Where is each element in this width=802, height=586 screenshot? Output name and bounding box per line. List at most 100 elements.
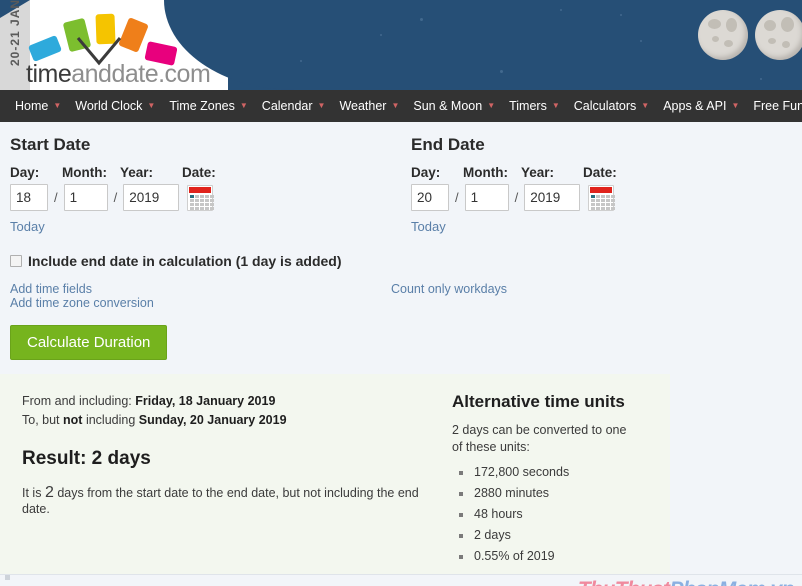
footer-marker bbox=[5, 575, 10, 580]
list-item: 2 days bbox=[452, 525, 670, 546]
logo-word-com: .com bbox=[158, 60, 211, 88]
logo-word-time: time bbox=[26, 60, 72, 88]
end-month-label: Month: bbox=[463, 165, 508, 180]
end-year-label: Year: bbox=[521, 165, 555, 180]
start-day-input[interactable] bbox=[10, 184, 48, 211]
nav-item-home[interactable]: Home ▼ bbox=[8, 90, 68, 122]
chevron-down-icon: ▼ bbox=[147, 101, 156, 110]
list-item: 172,800 seconds bbox=[452, 462, 670, 483]
nav-label-apps-api: Apps & API bbox=[663, 99, 727, 113]
start-year-input[interactable] bbox=[123, 184, 180, 211]
include-end-date-checkbox[interactable] bbox=[10, 255, 22, 267]
option-links-row: Add time fields Add time zone conversion… bbox=[0, 282, 802, 310]
start-month-label: Month: bbox=[62, 165, 107, 180]
alternative-heading: Alternative time units bbox=[452, 392, 625, 411]
list-item: 2880 minutes bbox=[452, 483, 670, 504]
nav-item-timers[interactable]: Timers ▼ bbox=[502, 90, 567, 122]
end-month-input[interactable] bbox=[464, 184, 509, 211]
include-end-date-label: Include end date in calculation (1 day i… bbox=[28, 253, 342, 269]
end-calendar-icon[interactable] bbox=[588, 184, 616, 211]
start-calendar-icon[interactable] bbox=[187, 184, 215, 211]
result-to-line: To, but not including Sunday, 20 January… bbox=[22, 411, 440, 430]
alternative-units-list: 172,800 seconds 2880 minutes 48 hours 2 … bbox=[452, 462, 670, 567]
main-navigation: Home ▼ World Clock ▼ Time Zones ▼ Calend… bbox=[0, 90, 802, 122]
start-today-link[interactable]: Today bbox=[10, 219, 45, 234]
end-day-input[interactable] bbox=[411, 184, 449, 211]
count-only-workdays-link[interactable]: Count only workdays bbox=[391, 282, 507, 296]
moon-icon-right bbox=[755, 10, 802, 60]
end-year-input[interactable] bbox=[524, 184, 581, 211]
end-date-label: Date: bbox=[583, 165, 617, 180]
end-sep-2: / bbox=[514, 190, 519, 205]
footer-divider bbox=[0, 574, 802, 575]
nav-label-home: Home bbox=[15, 99, 49, 113]
chevron-down-icon: ▼ bbox=[391, 101, 400, 110]
watermark-blue: PhanMem.vn bbox=[669, 578, 794, 586]
result-to-prefix: To, but bbox=[22, 413, 60, 427]
end-date-field-labels: Day: Month: Year: Date: bbox=[411, 165, 802, 180]
add-time-zone-conversion-link[interactable]: Add time zone conversion bbox=[10, 296, 391, 310]
nav-label-world-clock: World Clock bbox=[75, 99, 143, 113]
chevron-down-icon: ▼ bbox=[487, 101, 496, 110]
chevron-down-icon: ▼ bbox=[53, 101, 62, 110]
start-date-label: Date: bbox=[182, 165, 216, 180]
nav-item-free-fun[interactable]: Free Fun ▼ bbox=[746, 90, 802, 122]
moon-icon-left bbox=[698, 10, 748, 60]
result-note-pre: It is bbox=[22, 486, 42, 500]
nav-item-world-clock[interactable]: World Clock ▼ bbox=[68, 90, 162, 122]
include-end-date-row[interactable]: Include end date in calculation (1 day i… bbox=[10, 253, 802, 269]
end-date-title: End Date bbox=[411, 135, 485, 154]
alternative-intro: 2 days can be converted to one of these … bbox=[452, 423, 627, 454]
end-date-panel: End Date Day: Month: Year: Date: / / bbox=[401, 132, 802, 236]
footer-actions: ◀ Make adjustment and calculate again St… bbox=[0, 574, 802, 586]
logo-chip-blue bbox=[27, 34, 63, 63]
logo-word-anddate: anddate bbox=[71, 60, 159, 88]
nav-item-apps-api[interactable]: Apps & API ▼ bbox=[656, 90, 746, 122]
add-time-fields-link[interactable]: Add time fields bbox=[10, 282, 391, 296]
option-links-left: Add time fields Add time zone conversion bbox=[0, 282, 391, 310]
result-heading: Result: 2 days bbox=[22, 448, 151, 469]
start-sep-2: / bbox=[113, 190, 118, 205]
nav-item-sun-moon[interactable]: Sun & Moon ▼ bbox=[406, 90, 502, 122]
start-year-label: Year: bbox=[120, 165, 154, 180]
chevron-down-icon: ▼ bbox=[317, 101, 326, 110]
site-logo[interactable]: timeanddate.com bbox=[24, 4, 234, 88]
start-month-input[interactable] bbox=[63, 184, 108, 211]
alternative-units-panel: Alternative time units 2 days can be con… bbox=[440, 374, 670, 574]
watermark-pink: ThuThuat bbox=[578, 578, 670, 586]
result-panel-filler bbox=[670, 374, 802, 574]
end-sep-1: / bbox=[455, 190, 459, 205]
chevron-down-icon: ▼ bbox=[551, 101, 560, 110]
nav-item-calculators[interactable]: Calculators ▼ bbox=[567, 90, 656, 122]
result-to-date: Sunday, 20 January 2019 bbox=[138, 413, 287, 427]
logo-wordmark: timeanddate.com bbox=[26, 60, 211, 89]
start-sep-1: / bbox=[54, 190, 58, 205]
calculate-duration-button[interactable]: Calculate Duration bbox=[10, 325, 168, 360]
result-note: It is 2 days from the start date to the … bbox=[22, 484, 440, 516]
start-date-title: Start Date bbox=[10, 135, 91, 154]
end-today-link[interactable]: Today bbox=[411, 219, 446, 234]
list-item: 0.55% of 2019 bbox=[452, 546, 670, 567]
nav-label-calculators: Calculators bbox=[573, 99, 637, 113]
result-to-emphasis: not bbox=[63, 413, 83, 427]
main-content: Start Date Day: Month: Year: Date: / / bbox=[0, 122, 802, 586]
start-day-label: Day: bbox=[10, 165, 40, 180]
nav-item-time-zones[interactable]: Time Zones ▼ bbox=[162, 90, 254, 122]
result-note-post: days from the start date to the end date… bbox=[22, 486, 419, 516]
nav-item-weather[interactable]: Weather ▼ bbox=[332, 90, 406, 122]
nav-label-sun-moon: Sun & Moon bbox=[413, 99, 483, 113]
option-links-right: Count only workdays bbox=[391, 282, 507, 310]
nav-label-time-zones: Time Zones bbox=[169, 99, 235, 113]
nav-label-calendar: Calendar bbox=[261, 99, 313, 113]
nav-label-timers: Timers bbox=[509, 99, 547, 113]
date-inputs-row: Start Date Day: Month: Year: Date: / / bbox=[0, 132, 802, 236]
start-date-panel: Start Date Day: Month: Year: Date: / / bbox=[0, 132, 401, 236]
result-note-number: 2 bbox=[44, 484, 54, 501]
result-panel: From and including: Friday, 18 January 2… bbox=[0, 374, 802, 574]
result-summary: From and including: Friday, 18 January 2… bbox=[0, 374, 440, 574]
start-date-fields: / / bbox=[10, 184, 401, 211]
list-item: 48 hours bbox=[452, 504, 670, 525]
nav-item-calendar[interactable]: Calendar ▼ bbox=[255, 90, 333, 122]
result-from-date: Friday, 18 January 2019 bbox=[135, 394, 276, 408]
date-strip-label: 20-21 JAN bbox=[8, 0, 22, 66]
